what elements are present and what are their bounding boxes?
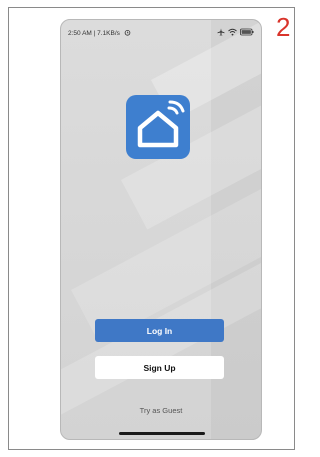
- status-time-speed: 2:50 AM | 7.1KB/s: [68, 29, 131, 38]
- alarm-icon: [124, 29, 131, 38]
- phone-screen: 2:50 AM | 7.1KB/s Log In Sign Up Try as …: [60, 19, 262, 440]
- try-as-guest-link[interactable]: Try as Guest: [61, 406, 261, 415]
- wifi-icon: [228, 28, 237, 36]
- login-button[interactable]: Log In: [95, 319, 224, 342]
- airplane-icon: [217, 28, 225, 36]
- step-number: 2: [276, 12, 291, 42]
- status-time: 2:50 AM | 7.1KB/s: [68, 30, 120, 37]
- smart-home-icon: [126, 95, 190, 159]
- status-icons: [217, 28, 254, 36]
- home-indicator[interactable]: [119, 432, 205, 435]
- battery-icon: [240, 28, 254, 36]
- status-bar: 2:50 AM | 7.1KB/s: [68, 28, 254, 40]
- signup-button[interactable]: Sign Up: [95, 356, 224, 379]
